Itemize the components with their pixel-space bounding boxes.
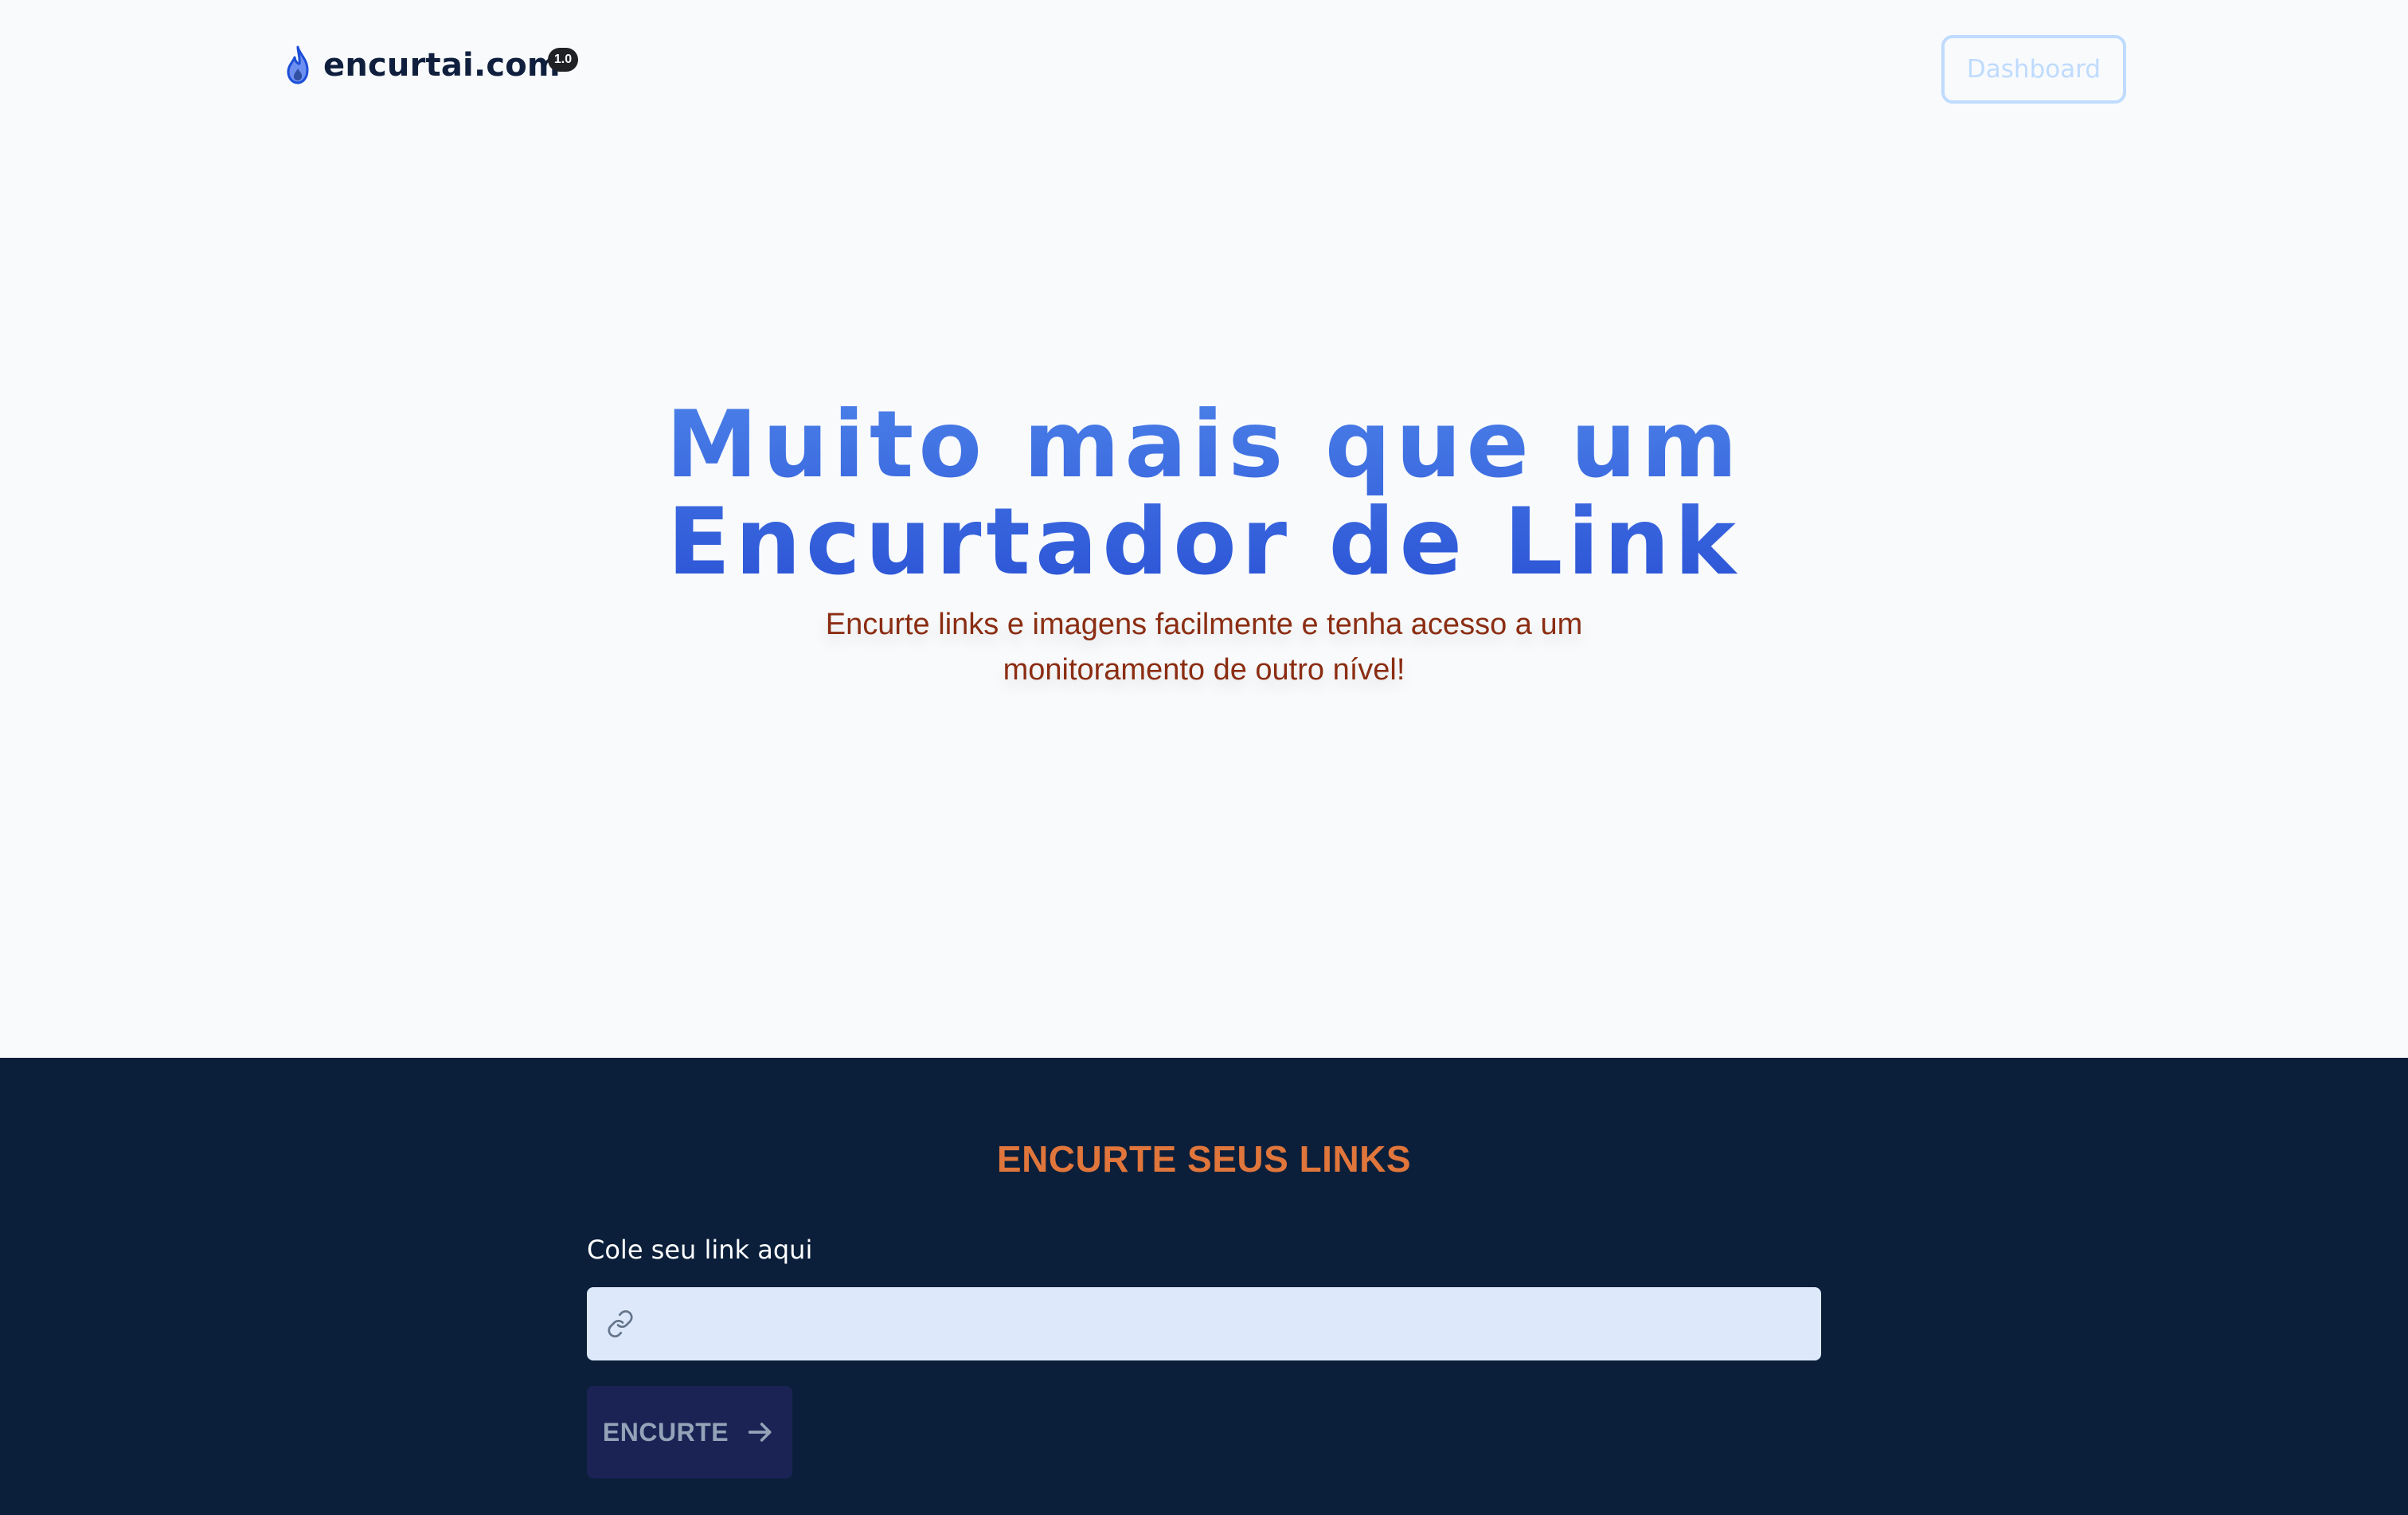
link-input-label: Cole seu link aqui — [587, 1235, 813, 1265]
link-input[interactable] — [651, 1287, 1808, 1362]
hero-title: Muito mais que um Encurtador de Link — [0, 397, 2408, 591]
site-header: encurtai.com 1.0 Dashboard — [0, 0, 2408, 143]
arrow-right-icon — [748, 1423, 772, 1442]
shorten-button-label: ENCURTE — [602, 1417, 729, 1446]
dashboard-button[interactable]: Dashboard — [1941, 35, 2126, 104]
link-input-container[interactable] — [587, 1287, 1821, 1362]
hero-title-line-2: Encurtador de Link — [667, 488, 1741, 596]
hero-subtitle: Encurte links e imagens facilmente e ten… — [825, 608, 1583, 687]
shorten-button[interactable]: ENCURTE — [587, 1386, 792, 1478]
brand-logo[interactable]: encurtai.com 1.0 — [282, 45, 578, 86]
shorten-section: ENCURTE SEUS LINKS Cole seu link aqui EN… — [0, 1058, 2408, 1515]
hero-title-line-1: Muito mais que um — [666, 391, 1742, 499]
brand-name: encurtai.com — [323, 47, 561, 84]
section-title: ENCURTE SEUS LINKS — [996, 1138, 1412, 1180]
hero-section: Muito mais que um Encurtador de Link Enc… — [0, 143, 2408, 1058]
link-icon — [608, 1309, 633, 1338]
version-badge: 1.0 — [548, 48, 578, 72]
flame-icon — [287, 45, 309, 84]
